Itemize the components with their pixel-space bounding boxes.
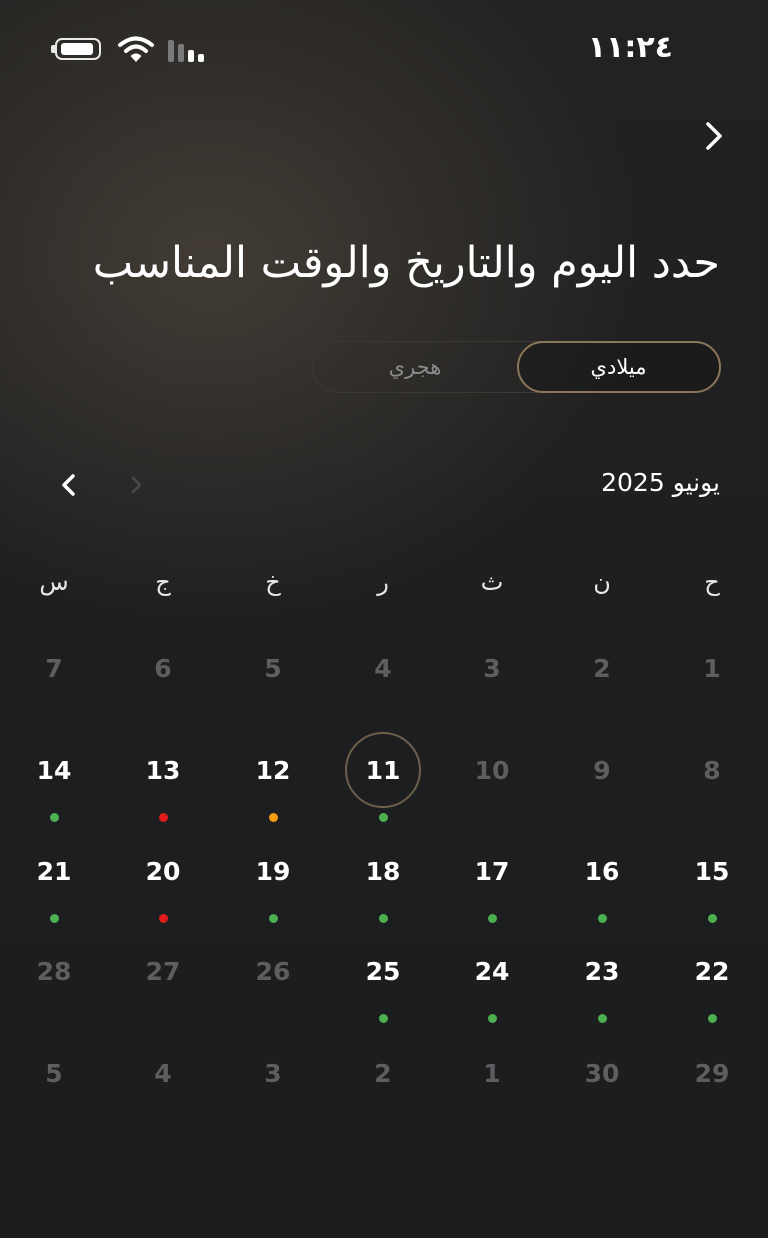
prev-month-button[interactable] (122, 470, 152, 500)
calendar-day[interactable]: 25 (343, 931, 423, 1011)
back-button[interactable] (696, 118, 732, 154)
weekday-label: ح (704, 568, 720, 596)
availability-dot-available (49, 813, 59, 822)
availability-dot-available (268, 914, 278, 923)
availability-dot-limited (268, 813, 278, 822)
calendar-day[interactable]: 22 (672, 931, 752, 1011)
date-picker-screen: ١١:٢٤ حدد اليوم والتاريخ والوقت المناسب … (0, 0, 768, 1238)
calendar-day[interactable]: 23 (562, 931, 642, 1011)
chevron-left-icon (62, 474, 75, 496)
calendar-day[interactable]: 15 (672, 831, 752, 911)
calendar-day: 4 (374, 653, 392, 683)
calendar-day: 5 (264, 653, 282, 683)
battery-icon (51, 38, 101, 60)
calendar-day[interactable]: 13 (123, 730, 203, 810)
calendar-day[interactable]: 17 (452, 831, 532, 911)
availability-dot-unavailable (158, 914, 168, 923)
weekday-label: س (39, 568, 69, 596)
availability-dot-available (49, 914, 59, 923)
availability-dot-available (378, 914, 388, 923)
page-title: حدد اليوم والتاريخ والوقت المناسب (92, 238, 720, 288)
calendar-day: 6 (154, 653, 172, 683)
calendar-day: 28 (36, 956, 72, 986)
calendar-day[interactable]: 20 (123, 831, 203, 911)
calendar-day: 9 (593, 755, 611, 785)
calendar-day: 2 (374, 1058, 392, 1088)
chevron-right-icon (131, 476, 142, 494)
calendar-day[interactable]: 14 (14, 730, 94, 810)
availability-dot-available (597, 914, 607, 923)
calendar-day: 8 (703, 755, 721, 785)
calendar-day[interactable]: 24 (452, 931, 532, 1011)
calendar-day: 26 (255, 956, 291, 986)
calendar-day-selected[interactable]: 11 (345, 732, 421, 808)
calendar-day[interactable]: 18 (343, 831, 423, 911)
wifi-icon (118, 36, 154, 62)
availability-dot-available (707, 1014, 717, 1023)
tab-hijri[interactable]: هجري (313, 341, 517, 393)
calendar-day: 10 (474, 755, 510, 785)
tab-gregorian[interactable]: ميلادي (516, 340, 721, 393)
calendar-day: 1 (703, 653, 721, 683)
status-time: ١١:٢٤ (587, 30, 673, 65)
calendar-day: 27 (145, 956, 181, 986)
month-label: يونيو 2025 (601, 468, 720, 497)
calendar-day: 5 (45, 1058, 63, 1088)
availability-dot-available (597, 1014, 607, 1023)
weekday-label: ن (593, 568, 611, 596)
calendar-type-toggle: هجري ميلادي (312, 340, 721, 393)
calendar-day[interactable]: 12 (233, 730, 313, 810)
weekday-label: ر (377, 568, 389, 596)
next-month-button[interactable] (54, 470, 84, 500)
calendar-day: 3 (264, 1058, 282, 1088)
availability-dot-available (378, 1014, 388, 1023)
availability-dot-available (487, 914, 497, 923)
weekday-label: خ (265, 568, 281, 596)
calendar-day: 1 (483, 1058, 501, 1088)
calendar-day[interactable]: 21 (14, 831, 94, 911)
chevron-right-icon (706, 122, 722, 150)
calendar-day[interactable]: 16 (562, 831, 642, 911)
calendar-day: 3 (483, 653, 501, 683)
calendar-day[interactable]: 19 (233, 831, 313, 911)
weekday-label: ج (155, 568, 171, 596)
calendar-day: 4 (154, 1058, 172, 1088)
cellular-signal-icon (168, 40, 204, 62)
availability-dot-available (707, 914, 717, 923)
calendar-day: 29 (694, 1058, 730, 1088)
calendar-day: 7 (45, 653, 63, 683)
availability-dot-unavailable (158, 813, 168, 822)
availability-dot-available (487, 1014, 497, 1023)
weekday-label: ث (480, 568, 504, 596)
calendar-day: 30 (584, 1058, 620, 1088)
calendar-day: 2 (593, 653, 611, 683)
availability-dot-available (378, 813, 388, 822)
status-bar: ١١:٢٤ (0, 0, 768, 100)
